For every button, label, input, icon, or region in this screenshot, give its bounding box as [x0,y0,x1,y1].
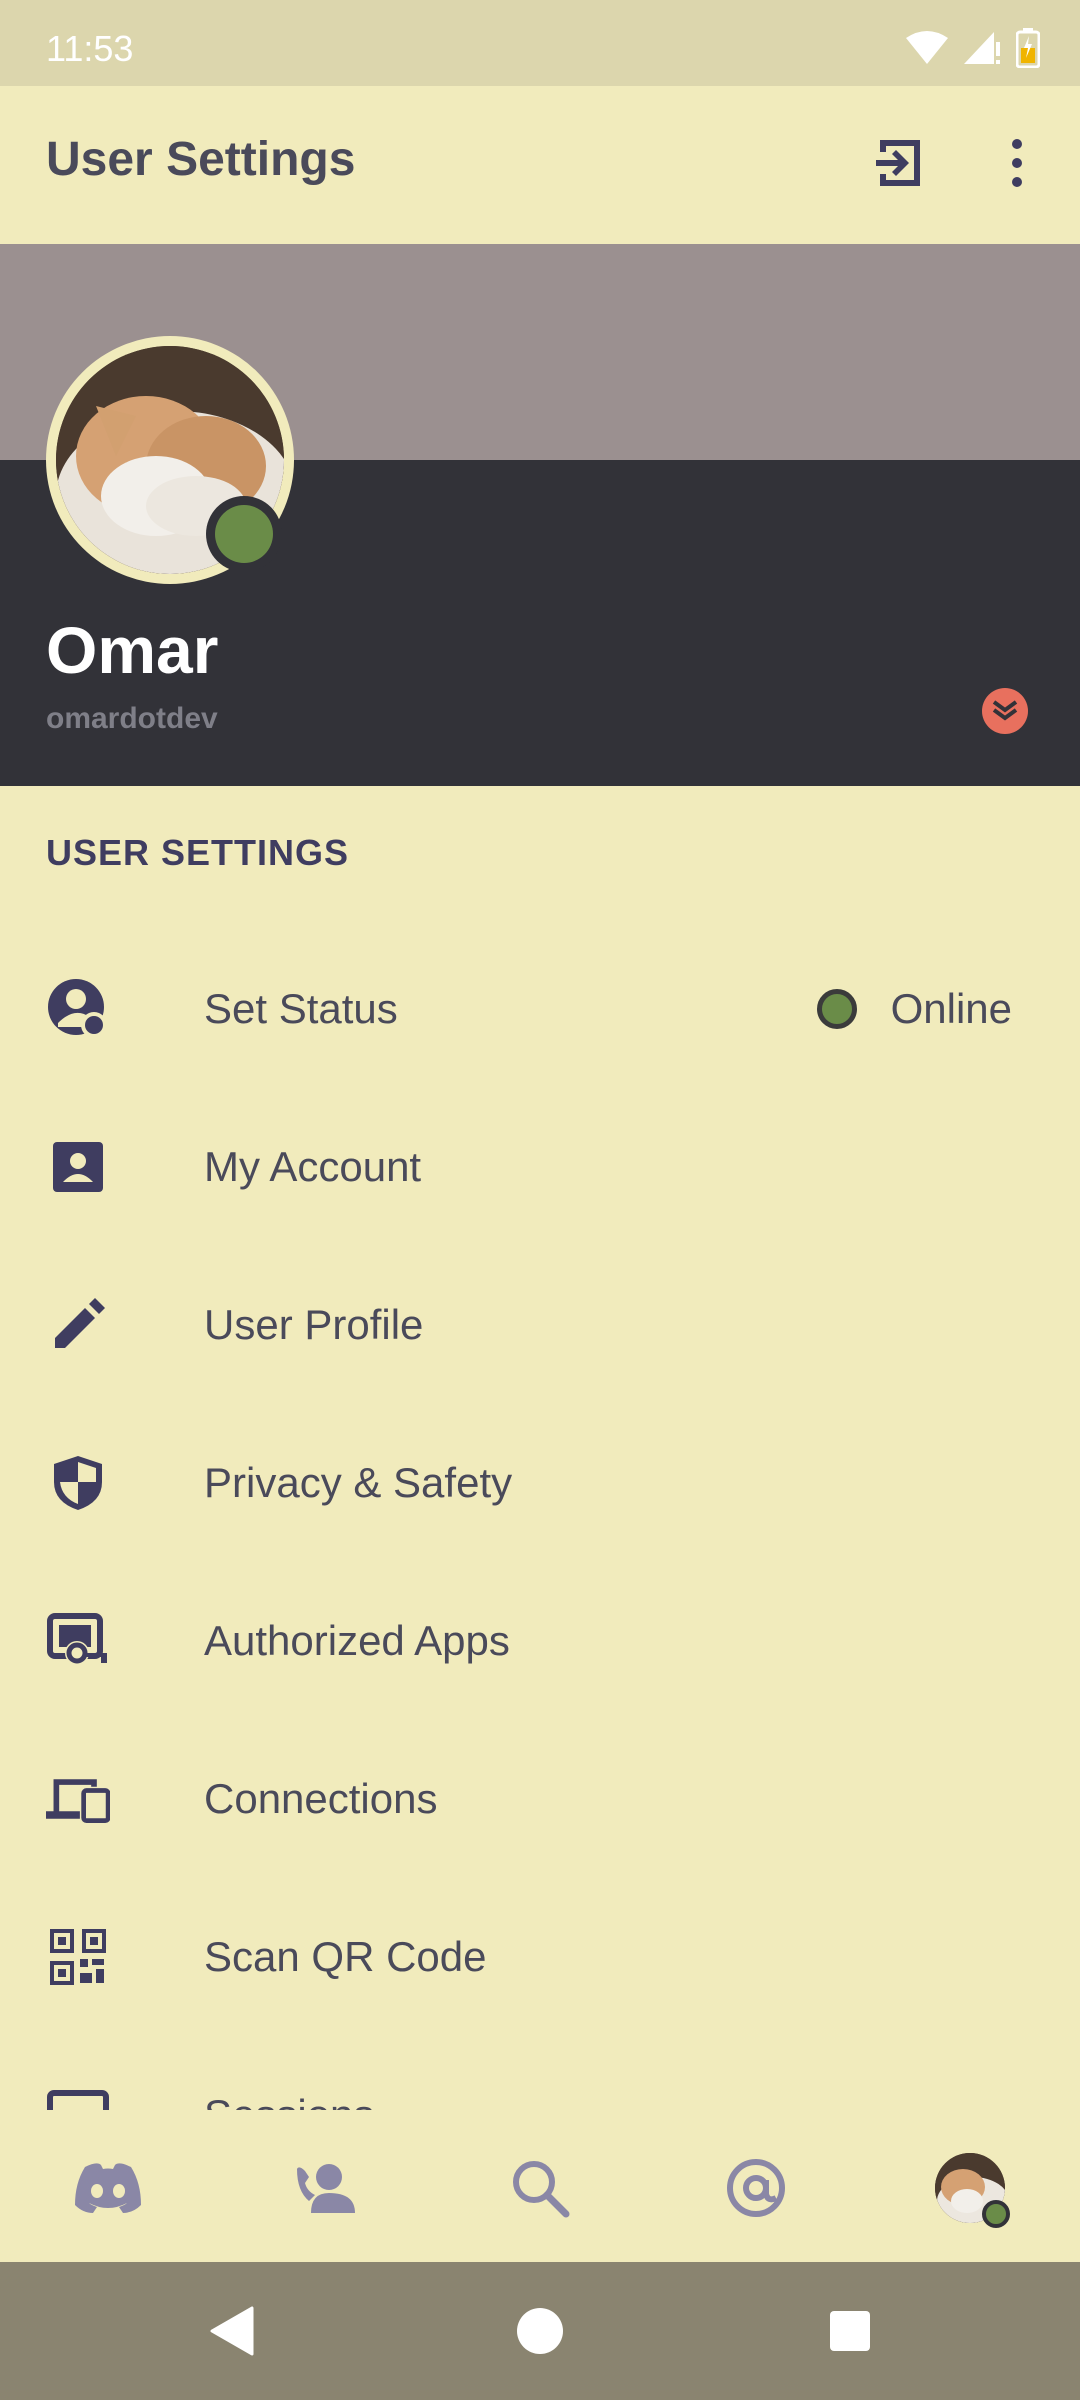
qr-code-icon [46,1925,110,1989]
settings-item-label: Authorized Apps [204,1617,510,1664]
profile-handle: omardotdev [46,702,218,735]
battery-icon [1016,28,1040,68]
app-bar: User Settings [0,86,1080,244]
nav-friends-tab[interactable] [286,2148,366,2228]
chevron-double-down-icon [992,700,1018,721]
settings-list: Set Status Online My Account User Profil… [0,930,1080,2110]
settings-item-label: Sessions [204,2091,374,2110]
pencil-icon [46,1293,110,1357]
logout-icon [876,140,920,186]
bottom-navigation [0,2110,1080,2262]
home-circle-icon [517,2308,563,2354]
discord-icon [75,2163,141,2213]
profile-name: Omar [46,613,219,687]
settings-item-authorized-apps[interactable]: Authorized Apps [0,1562,1080,1720]
settings-item-label: Scan QR Code [204,1933,487,1980]
settings-item-user-profile[interactable]: User Profile [0,1246,1080,1404]
online-status-indicator [206,496,282,572]
settings-item-privacy-safety[interactable]: Privacy & Safety [0,1404,1080,1562]
nav-online-dot [982,2200,1010,2228]
status-bar: 11:53 [0,0,1080,86]
devices-icon [46,1767,110,1831]
account-card-icon [46,1135,110,1199]
nav-search-tab[interactable] [500,2148,580,2228]
back-button[interactable] [196,2296,266,2366]
shield-icon [46,1451,110,1515]
nav-mentions-tab[interactable] [716,2148,796,2228]
nav-home-tab[interactable] [68,2148,148,2228]
settings-item-sessions[interactable]: Sessions [0,2036,1080,2110]
back-triangle-icon [210,2306,254,2356]
recents-square-icon [830,2311,870,2351]
wifi-icon [906,31,948,64]
settings-item-set-status[interactable]: Set Status Online [0,930,1080,1088]
sessions-icon [46,2083,110,2110]
status-time: 11:53 [46,28,134,69]
settings-item-connections[interactable]: Connections [0,1720,1080,1878]
page-title: User Settings [46,133,356,186]
settings-item-label: Privacy & Safety [204,1459,513,1506]
authorized-apps-icon [46,1609,110,1673]
status-value-label: Online [890,985,1012,1032]
user-status-icon [46,977,110,1041]
settings-item-label: Set Status [204,985,398,1032]
system-navigation-bar [0,2262,1080,2400]
settings-item-label: User Profile [204,1301,424,1348]
expand-profile-button[interactable] [982,688,1028,734]
system-icons [906,28,1040,68]
nav-profile-tab[interactable] [930,2148,1010,2228]
section-header: USER SETTINGS [46,832,350,873]
search-icon [513,2161,570,2218]
recents-button[interactable] [815,2296,885,2366]
online-dot [816,989,857,1029]
signal-icon [964,32,1000,64]
status-value: Online [816,985,1012,1033]
settings-item-my-account[interactable]: My Account [0,1088,1080,1246]
more-vertical-icon [1012,139,1022,187]
settings-item-scan-qr-code[interactable]: Scan QR Code [0,1878,1080,2036]
home-button[interactable] [505,2296,575,2366]
friends-icon [297,2164,355,2213]
overflow-menu-button[interactable] [982,128,1052,198]
settings-item-label: Connections [204,1775,438,1822]
at-sign-icon [727,2159,785,2217]
settings-item-label: My Account [204,1143,422,1190]
logout-button[interactable] [864,128,934,198]
